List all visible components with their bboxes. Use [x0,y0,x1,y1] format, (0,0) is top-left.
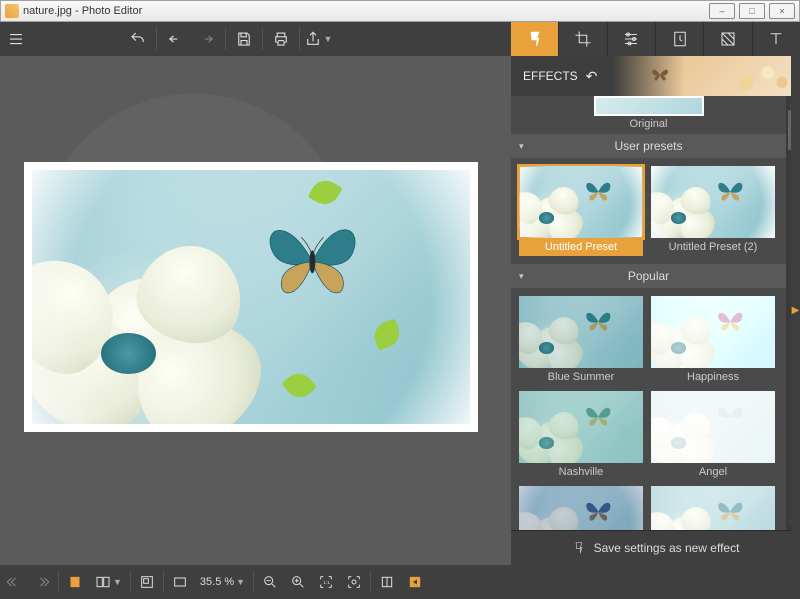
preset-angel[interactable]: Angel [651,391,775,478]
redo-button[interactable] [191,22,223,56]
collapse-icon: ▾ [519,271,524,282]
preset-untitled[interactable]: Untitled Preset [519,166,643,256]
tab-text[interactable] [752,22,800,56]
sidebar-tabs [511,22,800,56]
menu-button[interactable] [0,22,32,56]
undo-all-button[interactable] [122,22,154,56]
effects-reset-icon[interactable]: ↶ [586,68,598,85]
preset-popular-5[interactable] [519,486,643,530]
tab-adjust[interactable] [607,22,655,56]
preset-happiness[interactable]: Happiness [651,296,775,383]
effects-header: EFFECTS ↶ [511,56,800,96]
fit-screen-button[interactable] [166,565,194,599]
preset-popular-6[interactable] [651,486,775,530]
section-popular[interactable]: ▾ Popular [511,264,786,288]
app-icon [5,4,19,18]
preset-untitled-2[interactable]: Untitled Preset (2) [651,166,775,256]
zoom-out-button[interactable] [256,565,284,599]
zoom-in-button[interactable] [284,565,312,599]
preset-blue-summer[interactable]: Blue Summer [519,296,643,383]
print-button[interactable] [265,22,297,56]
original-label: Original [511,118,786,130]
maximize-button[interactable]: □ [739,3,765,19]
undo-button[interactable] [159,22,191,56]
butterfly-icon [647,64,673,86]
next-image-button[interactable] [28,565,56,599]
preset-nashville[interactable]: Nashville [519,391,643,478]
svg-text:1:1: 1:1 [323,580,330,585]
collapse-icon: ▾ [519,141,524,152]
status-bar: ▼ 35.5 % ▼ 1:1 [0,565,800,599]
title-bar: nature.jpg - Photo Editor – □ × [0,0,800,22]
sidebar-collapse-handle[interactable]: ▶ [791,56,800,565]
tab-batch[interactable] [655,22,703,56]
save-button[interactable] [228,22,260,56]
zoom-value[interactable]: 35.5 % ▼ [194,565,251,599]
compare-view-button[interactable]: ▼ [89,565,128,599]
section-user-presets[interactable]: ▾ User presets [511,134,786,158]
close-button[interactable]: × [769,3,795,19]
navigator-button[interactable] [133,565,161,599]
single-view-button[interactable] [61,565,89,599]
before-button[interactable] [373,565,401,599]
zoom-100-button[interactable]: 1:1 [312,565,340,599]
tab-crop[interactable] [558,22,606,56]
minimize-button[interactable]: – [709,3,735,19]
tab-effects[interactable] [511,22,558,56]
prev-image-button[interactable] [0,565,28,599]
zoom-fit-button[interactable] [340,565,368,599]
preset-original[interactable]: Original [511,96,786,134]
photo-preview [24,162,478,432]
effects-label: EFFECTS [523,69,578,83]
save-effect-button[interactable]: Save settings as new effect [511,530,800,565]
canvas-area[interactable] [0,56,511,565]
after-button[interactable] [401,565,429,599]
effects-sidebar: EFFECTS ↶ Original ▾ User presets Untitl… [511,56,800,565]
tab-texture[interactable] [703,22,751,56]
share-button[interactable]: ▼ [302,22,334,56]
window-title: nature.jpg - Photo Editor [23,5,142,17]
